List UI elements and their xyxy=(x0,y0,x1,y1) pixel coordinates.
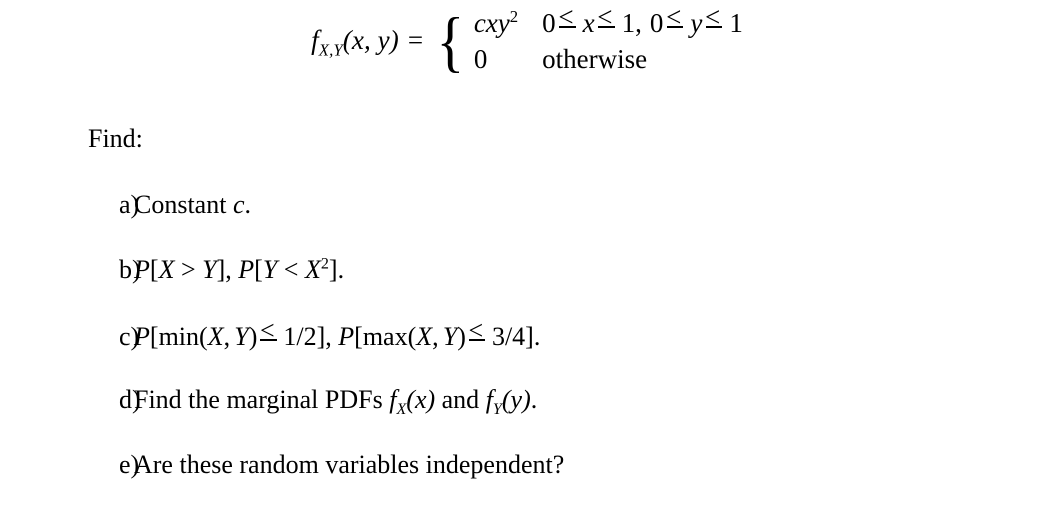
function-name: f xyxy=(311,24,319,55)
case-condition-1: 0x1,0y1 xyxy=(542,2,743,39)
list-item: b) P[X > Y], P[Y < X2]. xyxy=(88,255,1028,320)
problem-list: a) Constant c. b) P[X > Y], P[Y < X2]. c… xyxy=(88,190,1028,515)
less-than-or-equal-icon xyxy=(705,2,727,33)
item-marker-d: d) xyxy=(119,385,141,414)
less-than-or-equal-icon xyxy=(558,2,580,33)
item-text-a: Constant c. xyxy=(134,190,251,219)
less-than-or-equal-icon xyxy=(260,316,281,346)
function-subscript: X,Y xyxy=(318,40,343,60)
list-item: c) P[min(X,Y)1/2], P[max(X,Y)3/4]. xyxy=(88,316,1028,385)
less-than-or-equal-icon xyxy=(597,2,619,33)
case-value-2: 0 xyxy=(473,43,488,74)
less-than-or-equal-icon xyxy=(469,316,490,346)
item-text-e: Are these random variables independent? xyxy=(134,450,565,479)
list-item: e) Are these random variables independen… xyxy=(88,450,1028,515)
find-label: Find: xyxy=(88,124,143,153)
piecewise-cases: cxy2 0x1,0y1 0 otherwise xyxy=(473,2,743,75)
item-marker-a: a) xyxy=(119,190,140,219)
equals-sign: = xyxy=(407,24,424,55)
less-than-or-equal-icon xyxy=(666,2,688,33)
item-marker-c: c) xyxy=(119,321,140,351)
item-text-d: Find the marginal PDFs fX(x) and fY(y). xyxy=(134,385,538,419)
formula-left-hand-side: fX,Y(x, y) = xyxy=(311,24,433,60)
list-item: d) Find the marginal PDFs fX(x) and fY(y… xyxy=(88,385,1028,450)
formula-inner: fX,Y(x, y) = { cxy2 0x1,0y1 0 otherwise xyxy=(311,2,743,80)
left-curly-brace: { xyxy=(436,3,465,80)
item-marker-b: b) xyxy=(119,255,141,284)
function-arguments: (x, y) xyxy=(342,24,399,55)
joint-pdf-formula: fX,Y(x, y) = { cxy2 0x1,0y1 0 otherwise xyxy=(0,2,1054,80)
item-text-b: P[X > Y], P[Y < X2]. xyxy=(134,255,345,284)
case-condition-2: otherwise xyxy=(542,43,648,74)
item-marker-e: e) xyxy=(119,450,140,479)
item-text-c: P[min(X,Y)1/2], P[max(X,Y)3/4]. xyxy=(134,316,540,352)
case-value-1: cxy2 xyxy=(473,6,519,38)
list-item: a) Constant c. xyxy=(88,190,1028,255)
